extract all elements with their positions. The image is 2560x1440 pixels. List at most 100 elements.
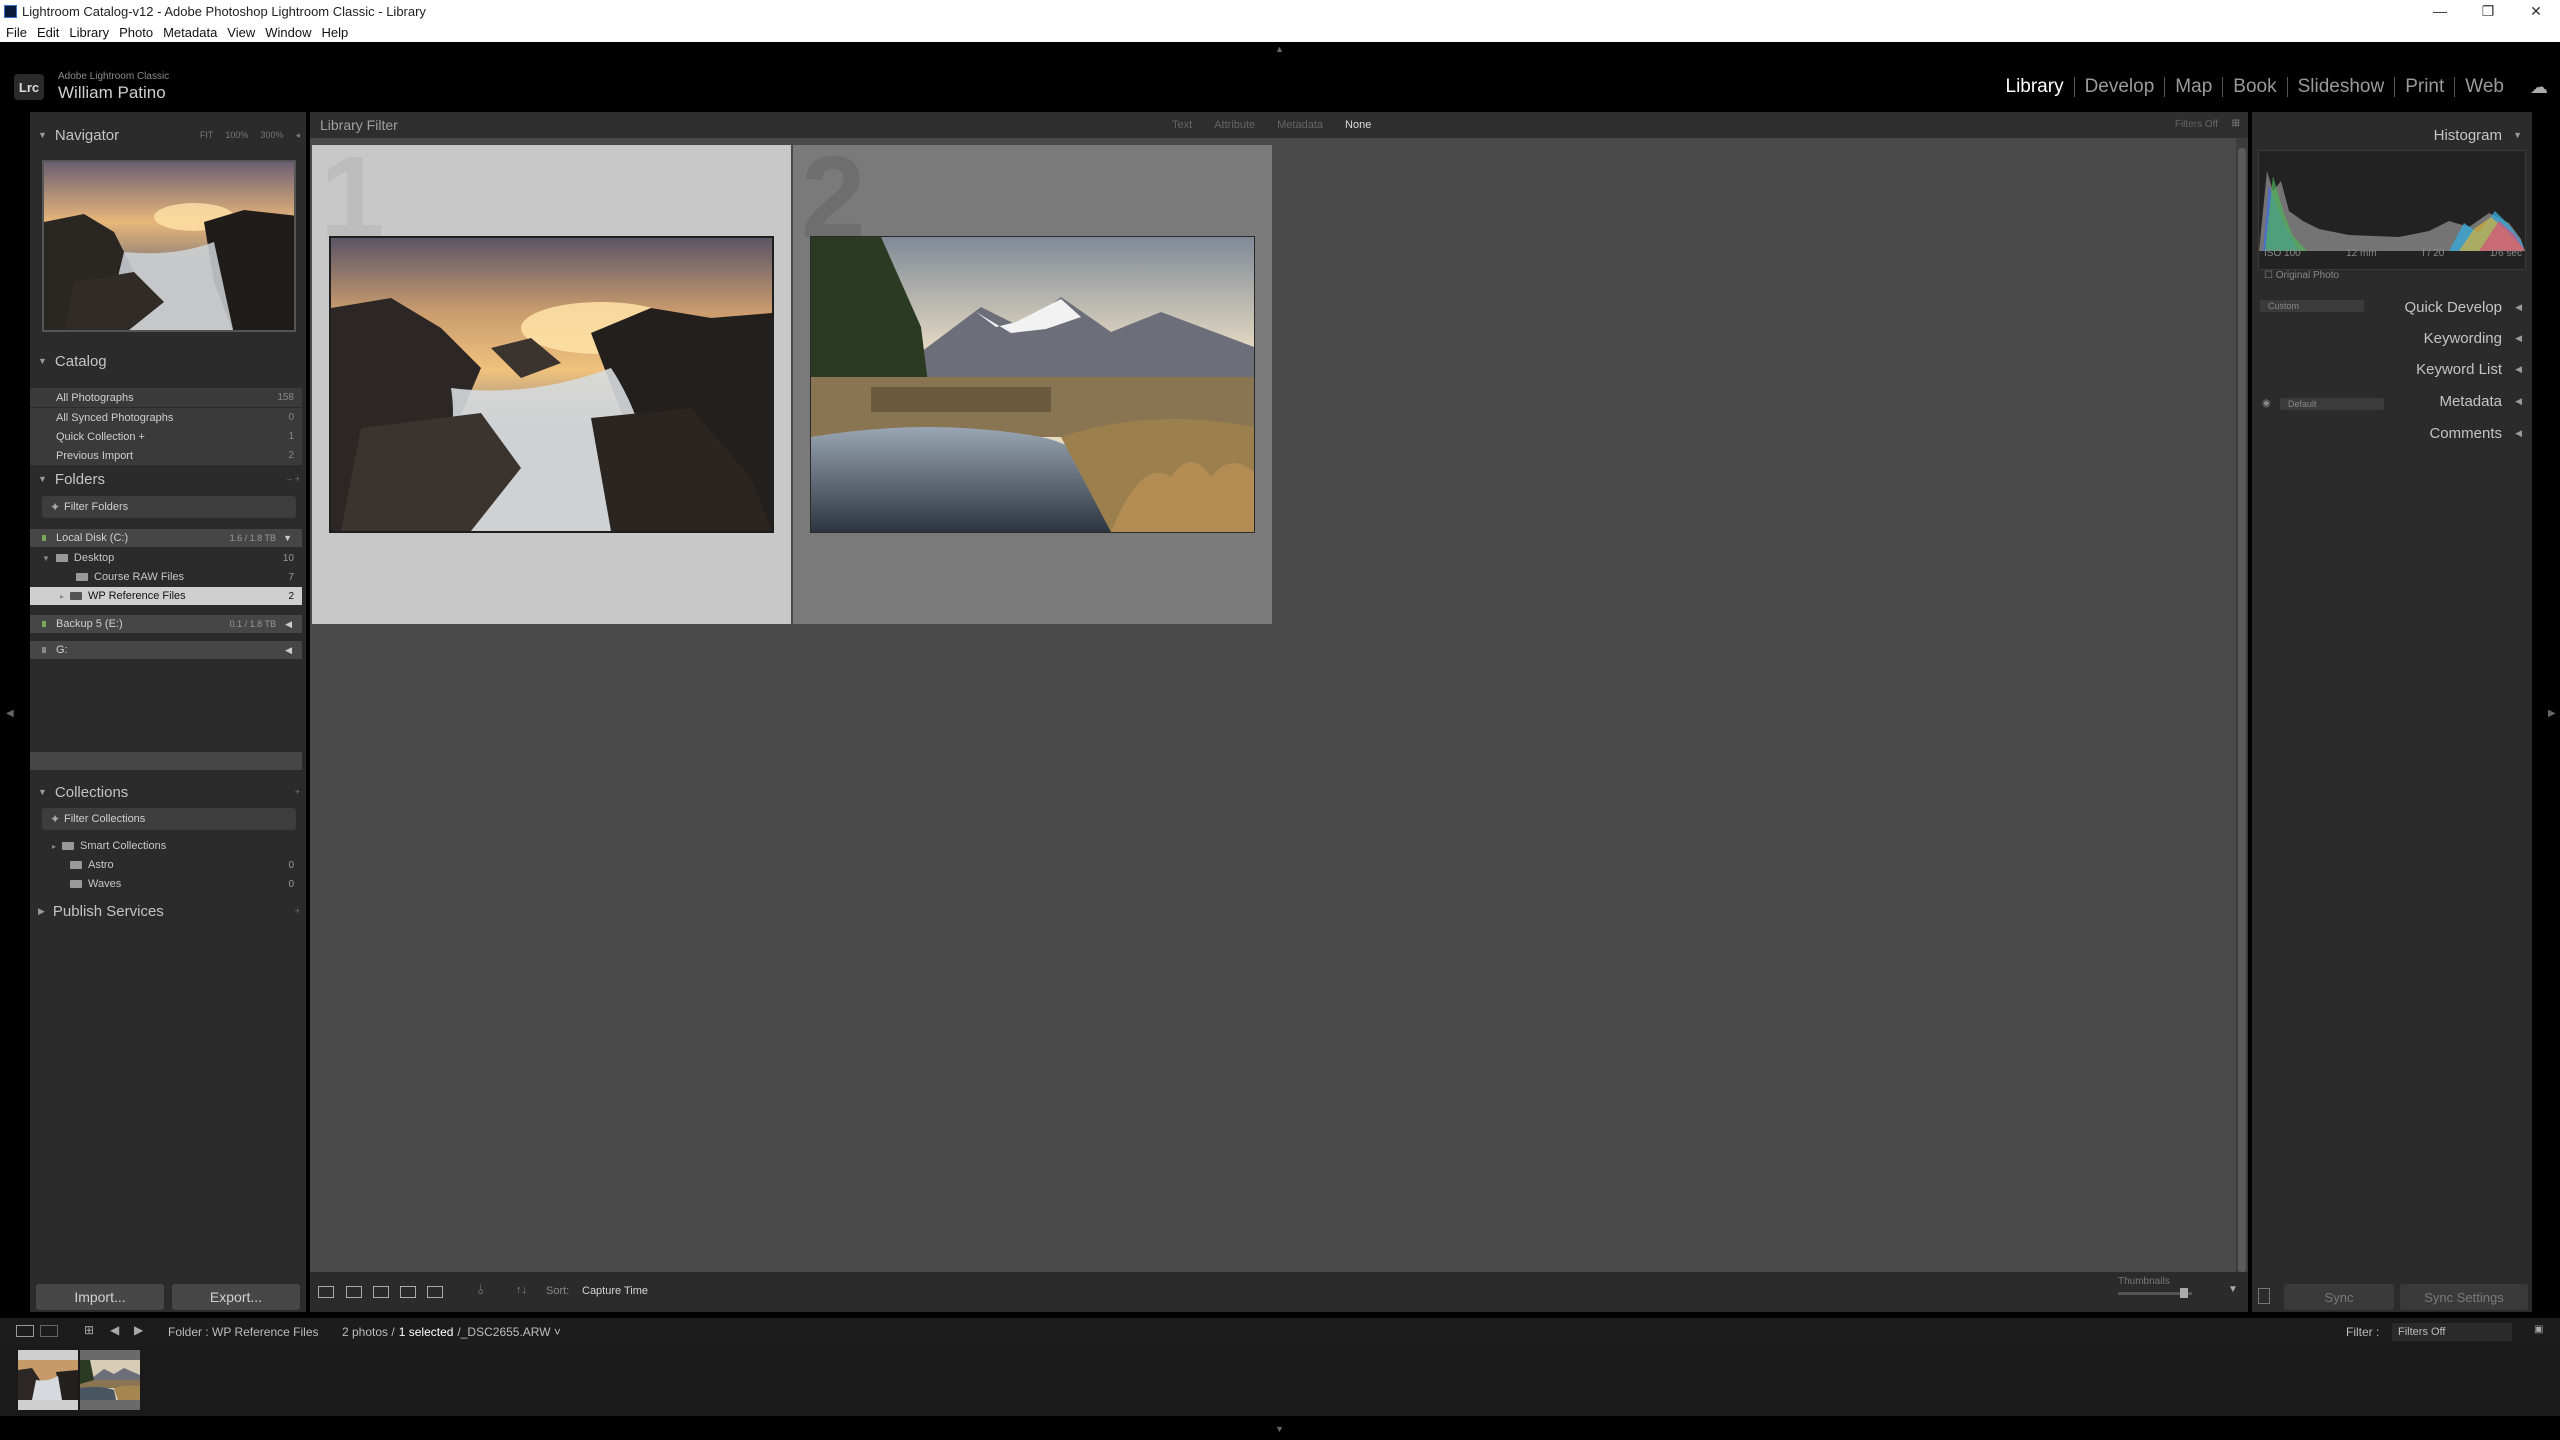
forward-arrow-icon[interactable]: ▶	[134, 1323, 143, 1337]
grid-cell[interactable]: 1	[312, 139, 791, 624]
sync-settings-button[interactable]: Sync Settings	[2400, 1284, 2528, 1310]
menu-photo[interactable]: Photo	[119, 25, 153, 40]
zoom-menu-icon[interactable]: ◂	[295, 130, 300, 141]
catalog-item-all-photographs[interactable]: All Photographs 158	[30, 388, 302, 407]
menu-window[interactable]: Window	[265, 25, 311, 40]
grid-view-icon[interactable]	[318, 1286, 334, 1298]
module-map[interactable]: Map	[2165, 76, 2222, 98]
right-panel-toggle-icon[interactable]: ▶	[2548, 708, 2556, 719]
zoom-fit[interactable]: FIT	[200, 130, 214, 141]
catalog-item-previous-import[interactable]: Previous Import 2	[30, 446, 302, 465]
catalog-header[interactable]: ▼ Catalog	[30, 348, 306, 374]
selected-filename[interactable]: /_DSC2655.ARW ˅	[457, 1325, 561, 1339]
filter-folders-input[interactable]: ✦ Filter Folders	[42, 496, 296, 518]
menu-edit[interactable]: Edit	[37, 25, 59, 40]
folders-add-remove[interactable]: – +	[287, 474, 300, 484]
module-develop[interactable]: Develop	[2075, 76, 2165, 98]
volume-backup-5[interactable]: Backup 5 (E:) 0.1 / 1.8 TB ◀	[30, 615, 302, 633]
dropdown-triangle-icon[interactable]: ◀	[285, 645, 292, 656]
grid-view[interactable]: 1 2	[310, 138, 2236, 1272]
module-slideshow[interactable]: Slideshow	[2288, 76, 2395, 98]
original-photo-checkbox[interactable]: ☐ Original Photo	[2264, 270, 2339, 281]
grid-small-icon[interactable]: ⊞	[84, 1323, 94, 1337]
painter-icon[interactable]: ⫰	[478, 1282, 484, 1298]
folder-wp-reference-files[interactable]: ▸ WP Reference Files 2	[30, 587, 302, 605]
dropdown-triangle-icon[interactable]: ◀	[285, 619, 292, 630]
toolbar-menu-icon[interactable]: ▼	[2228, 1284, 2238, 1295]
menu-file[interactable]: File	[6, 25, 27, 40]
metadata-header[interactable]: Metadata ◀	[2252, 388, 2532, 414]
catalog-item-all-synced[interactable]: All Synced Photographs 0	[30, 408, 302, 427]
expand-triangle-icon[interactable]: ▼	[42, 554, 50, 563]
volume-g-row[interactable]: G: ◀	[30, 641, 302, 659]
filter-tab-attribute[interactable]: Attribute	[1214, 119, 1255, 131]
publish-services-header[interactable]: ▶ Publish Services +	[30, 898, 306, 924]
grid-scrollbar-thumb[interactable]	[2238, 148, 2246, 1272]
volume-g[interactable]	[30, 752, 302, 770]
filter-switch-icon[interactable]: ▣	[2534, 1324, 2543, 1335]
expand-triangle-icon[interactable]: ▸	[60, 592, 64, 601]
photo-thumbnail[interactable]	[329, 236, 774, 533]
menu-metadata[interactable]: Metadata	[163, 25, 217, 40]
sort-direction-icon[interactable]: ↑↓	[516, 1284, 527, 1296]
zoom-300[interactable]: 300%	[260, 130, 283, 141]
publish-add-icon[interactable]: +	[295, 906, 300, 916]
keyword-list-header[interactable]: Keyword List ◀	[2252, 356, 2532, 382]
module-book[interactable]: Book	[2223, 76, 2286, 98]
expand-triangle-icon[interactable]: ▸	[52, 842, 56, 851]
menu-help[interactable]: Help	[322, 25, 349, 40]
sort-order-select[interactable]: Capture Time	[582, 1285, 648, 1297]
histogram-header[interactable]: Histogram ▼	[2252, 122, 2532, 148]
navigator-preview[interactable]	[42, 160, 296, 332]
filter-tab-metadata[interactable]: Metadata	[1277, 119, 1323, 131]
compare-view-icon[interactable]	[373, 1286, 389, 1298]
collection-smart-collections[interactable]: ▸ Smart Collections	[30, 837, 302, 855]
filmstrip[interactable]	[0, 1346, 2560, 1416]
volume-local-disk[interactable]: Local Disk (C:) 1.6 / 1.8 TB ▼	[30, 529, 302, 547]
collection-waves[interactable]: Waves 0	[30, 875, 302, 893]
minimize-button[interactable]: —	[2416, 0, 2464, 22]
loupe-view-icon[interactable]	[346, 1286, 362, 1298]
dropdown-triangle-icon[interactable]: ▼	[283, 533, 292, 543]
sync-button[interactable]: Sync	[2284, 1284, 2394, 1310]
photo-thumbnail[interactable]	[810, 236, 1255, 533]
grid-cell[interactable]: 2	[793, 139, 1272, 624]
filter-lock-icon[interactable]: ⊞	[2232, 118, 2240, 129]
bottom-panel-toggle-icon[interactable]: ▼	[1275, 1424, 1284, 1434]
filmstrip-thumb-selected[interactable]	[18, 1350, 78, 1410]
back-arrow-icon[interactable]: ◀	[110, 1323, 119, 1337]
left-panel-toggle-icon[interactable]: ◀	[6, 708, 14, 719]
folder-desktop[interactable]: ▼ Desktop 10	[30, 549, 302, 567]
cloud-sync-icon[interactable]: ☁	[2530, 77, 2548, 98]
filter-tab-none[interactable]: None	[1345, 119, 1371, 131]
filter-preset-select[interactable]: Filters Off	[2175, 119, 2218, 130]
menu-view[interactable]: View	[227, 25, 255, 40]
secondary-window-icon[interactable]	[40, 1325, 58, 1337]
export-button[interactable]: Export...	[172, 1284, 300, 1310]
filter-collections-input[interactable]: ✦ Filter Collections	[42, 808, 296, 830]
quick-develop-header[interactable]: Quick Develop ◀	[2252, 294, 2532, 320]
survey-view-icon[interactable]	[400, 1286, 416, 1298]
thumbnail-size-slider-thumb[interactable]	[2180, 1288, 2188, 1298]
menu-library[interactable]: Library	[69, 25, 109, 40]
filter-tab-text[interactable]: Text	[1172, 119, 1192, 131]
module-print[interactable]: Print	[2395, 76, 2454, 98]
filmstrip-source[interactable]: Folder : WP Reference Files	[168, 1325, 319, 1339]
keywording-header[interactable]: Keywording ◀	[2252, 325, 2532, 351]
auto-sync-switch[interactable]	[2258, 1288, 2270, 1304]
module-web[interactable]: Web	[2455, 76, 2514, 98]
collections-header[interactable]: ▼ Collections +	[30, 779, 306, 805]
import-button[interactable]: Import...	[36, 1284, 164, 1310]
filmstrip-thumb[interactable]	[80, 1350, 140, 1410]
comments-header[interactable]: Comments ◀	[2252, 420, 2532, 446]
people-view-icon[interactable]	[427, 1286, 443, 1298]
close-button[interactable]: ✕	[2512, 0, 2560, 22]
collections-add-icon[interactable]: +	[295, 787, 300, 797]
top-panel-toggle-icon[interactable]: ▲	[1275, 44, 1284, 54]
collection-astro[interactable]: Astro 0	[30, 856, 302, 874]
folder-course-raw-files[interactable]: Course RAW Files 7	[30, 568, 302, 586]
restore-button[interactable]: ❐	[2464, 0, 2512, 22]
navigator-header[interactable]: ▼ Navigator FIT 100% 300% ◂	[30, 122, 306, 148]
module-library[interactable]: Library	[1996, 76, 2074, 98]
zoom-100[interactable]: 100%	[225, 130, 248, 141]
